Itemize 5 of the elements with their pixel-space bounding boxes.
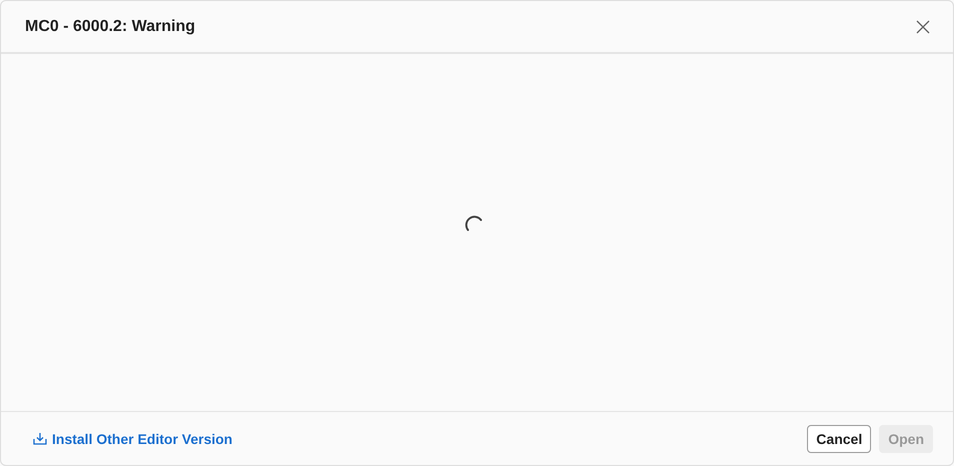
close-icon[interactable] <box>916 20 930 34</box>
install-editor-link[interactable]: Install Other Editor Version <box>33 430 232 446</box>
dialog-button[interactable]: Cancel <box>807 424 872 452</box>
dialog-title: MC0 - 6000.2: Warning <box>25 18 196 36</box>
download-icon <box>33 432 47 445</box>
